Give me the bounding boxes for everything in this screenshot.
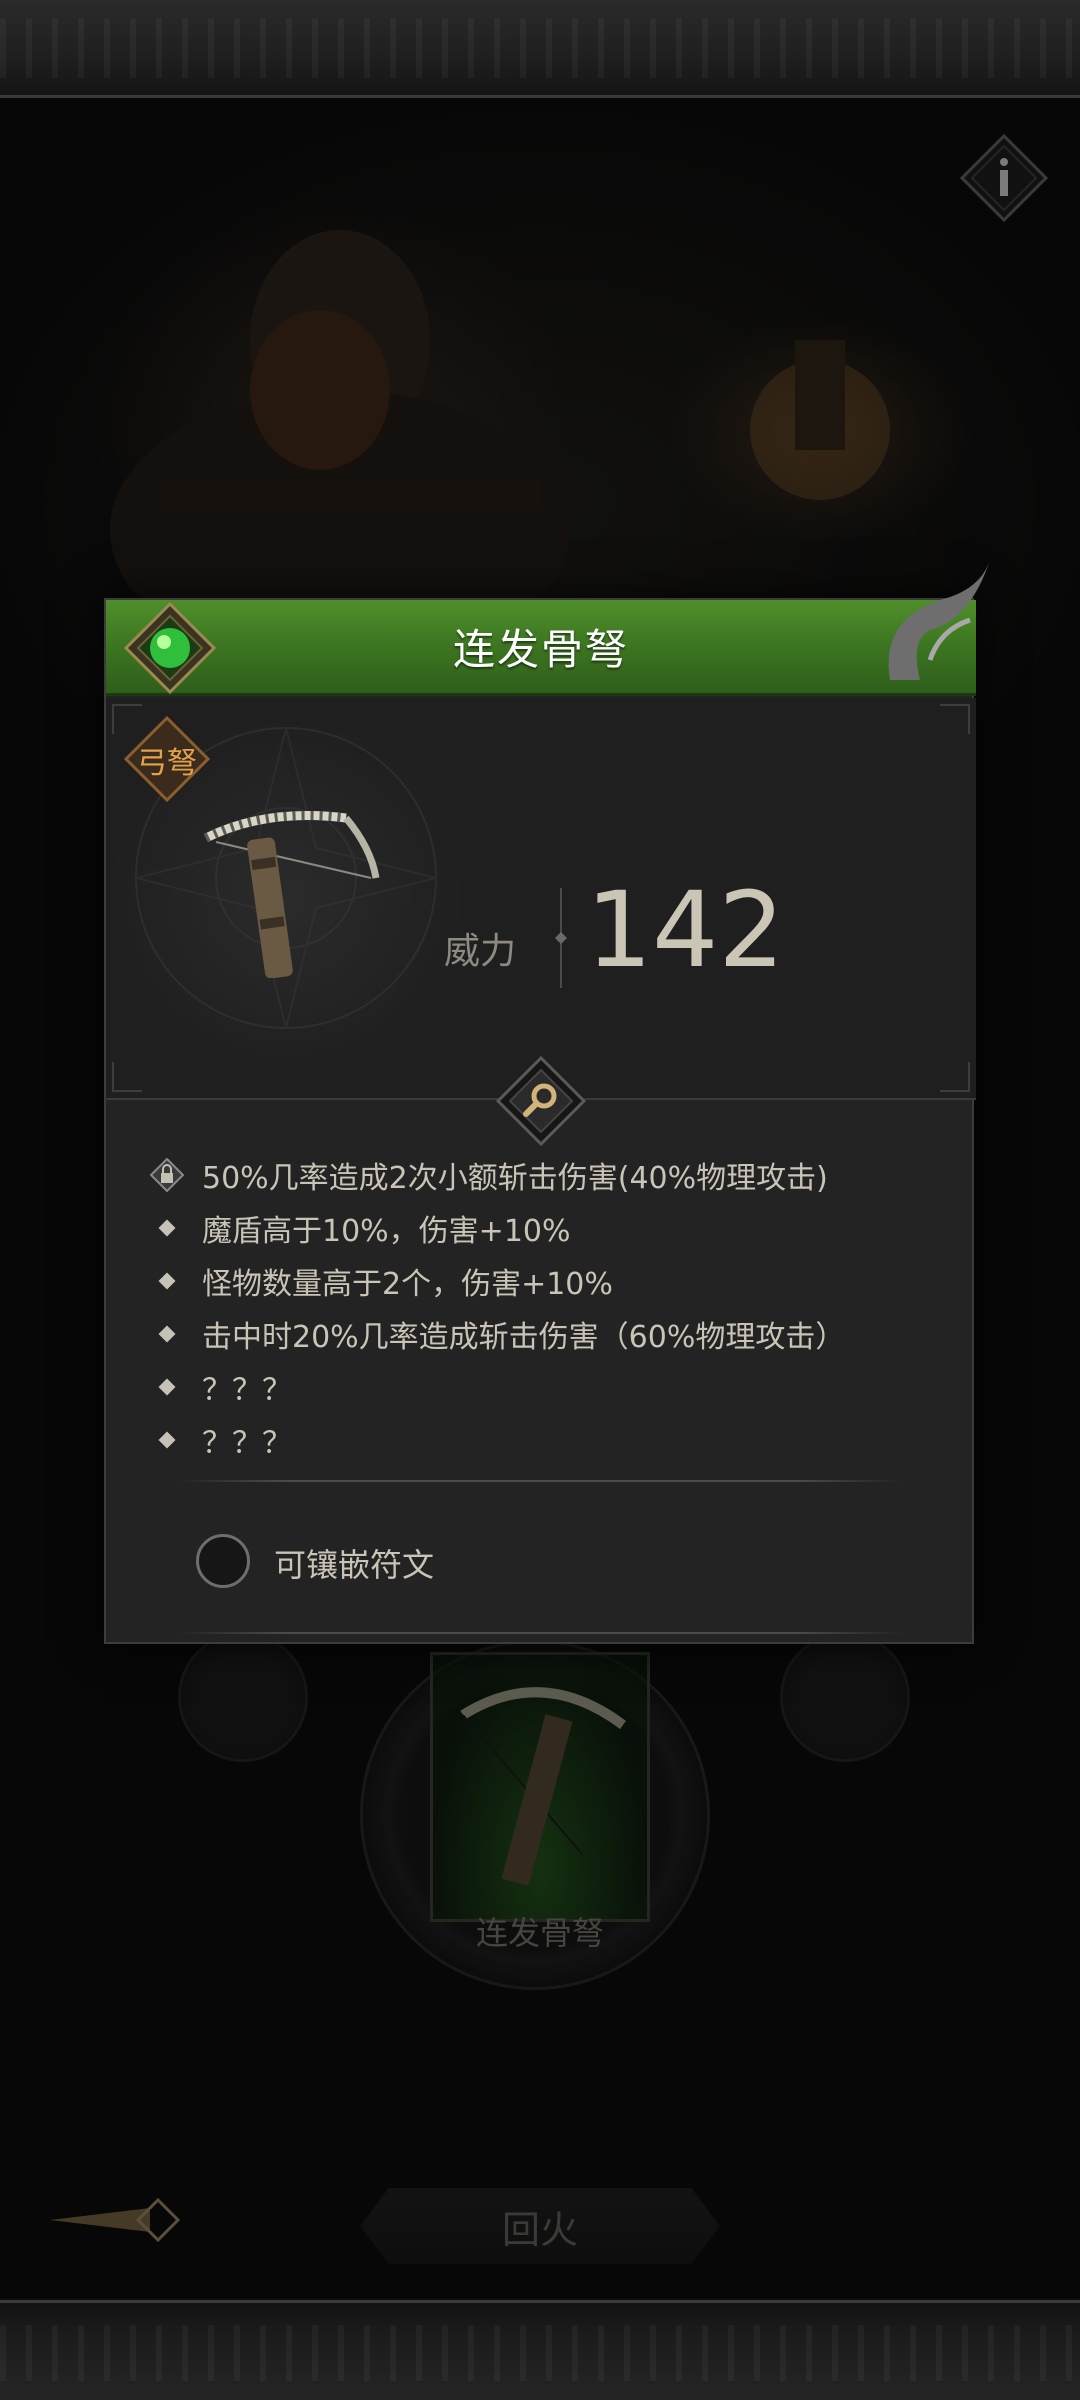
diamond-bullet-icon: [146, 1260, 188, 1302]
attribute-row: 50%几率造成2次小额斩击伤害(40%物理攻击): [146, 1148, 946, 1201]
attribute-text: 魔盾高于10%，伤害+10%: [202, 1213, 571, 1249]
lock-icon: [146, 1154, 188, 1196]
crossbow-icon: [203, 811, 380, 978]
attribute-text: 击中时20%几率造成斩击伤害（60%物理攻击）: [202, 1319, 846, 1355]
weapon-type-label: 弓弩: [137, 746, 197, 781]
weapon-detail-popup: 连发骨弩 弓弩 威力 142 50%几率造成2次小额斩击伤害(40%物理攻击) …: [104, 560, 990, 1644]
rarity-gem-icon: [124, 602, 216, 694]
power-value: 142: [586, 869, 785, 991]
panel-corner: [112, 704, 142, 734]
panel-corner: [940, 1062, 970, 1092]
popup-title: 连发骨弩: [452, 625, 629, 674]
attribute-list: 50%几率造成2次小额斩击伤害(40%物理攻击) 魔盾高于10%，伤害+10% …: [146, 1148, 946, 1466]
diamond-bullet-icon: [146, 1419, 188, 1461]
attribute-row: 怪物数量高于2个，伤害+10%: [146, 1254, 946, 1307]
rune-socket-label: 可镶嵌符文: [274, 1546, 435, 1584]
section-divider: [178, 1632, 904, 1634]
attribute-text: 怪物数量高于2个，伤害+10%: [202, 1266, 613, 1302]
attribute-row: ？？？: [146, 1360, 946, 1413]
weapon-info-panel: 弓弩 威力 142: [106, 698, 976, 1098]
panel-corner: [940, 704, 970, 734]
divider-ornament-icon: [555, 888, 567, 988]
attribute-row: 击中时20%几率造成斩击伤害（60%物理攻击）: [146, 1307, 946, 1360]
section-divider: [178, 1480, 904, 1482]
attribute-row: ？？？: [146, 1413, 946, 1466]
bottom-frame: [0, 2300, 1080, 2400]
attribute-text: ？？？: [202, 1372, 292, 1408]
top-frame: [0, 0, 1080, 98]
inspect-button[interactable]: [496, 1056, 586, 1146]
attribute-text: 50%几率造成2次小额斩击伤害(40%物理攻击): [202, 1160, 828, 1196]
diamond-bullet-icon: [146, 1366, 188, 1408]
popup-header: 连发骨弩: [106, 600, 976, 696]
diamond-bullet-icon: [146, 1313, 188, 1355]
attribute-row: 魔盾高于10%，伤害+10%: [146, 1201, 946, 1254]
rune-socket-toggle[interactable]: [196, 1534, 250, 1588]
panel-corner: [112, 1062, 142, 1092]
diamond-bullet-icon: [146, 1207, 188, 1249]
power-label: 威力: [444, 931, 517, 972]
corner-rune-ornament-icon: [888, 560, 990, 680]
attribute-text: ？？？: [202, 1425, 292, 1461]
